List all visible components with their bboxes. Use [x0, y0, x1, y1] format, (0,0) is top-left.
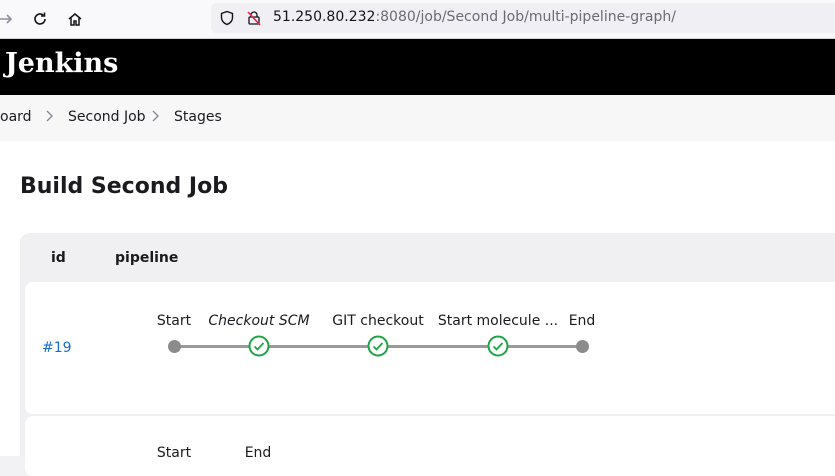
breadcrumb-dashboard[interactable]: oard: [0, 109, 32, 125]
table-row: Start End: [25, 416, 835, 476]
stage-label-end: End: [568, 313, 596, 329]
jenkins-logo[interactable]: Jenkins: [5, 48, 118, 79]
breadcrumb-second-job[interactable]: Second Job: [68, 109, 146, 125]
column-header-pipeline: pipeline: [115, 250, 179, 266]
stage-label-git-checkout: GIT checkout: [332, 313, 424, 329]
insecure-lock-icon[interactable]: [246, 10, 262, 30]
browser-toolbar: 51.250.80.232:8080/job/Second Job/multi-…: [0, 0, 835, 39]
home-icon[interactable]: [65, 9, 85, 29]
page-title: Build Second Job: [20, 174, 228, 199]
url-host: 51.250.80.232: [273, 9, 376, 25]
runs-table: id pipeline #19 Start Checkout SCM GIT c…: [20, 233, 835, 476]
success-check-icon[interactable]: [248, 335, 270, 357]
breadcrumb-stages[interactable]: Stages: [174, 109, 222, 125]
stage-label-start: Start: [156, 445, 192, 461]
address-bar[interactable]: 51.250.80.232:8080/job/Second Job/multi-…: [211, 3, 835, 33]
table-row: #19 Start Checkout SCM GIT checkout Star…: [25, 282, 835, 414]
start-node[interactable]: [168, 340, 181, 353]
jenkins-header: Jenkins: [0, 39, 835, 95]
run-link[interactable]: #19: [42, 340, 72, 356]
success-check-icon[interactable]: [367, 335, 389, 357]
reload-icon[interactable]: [30, 9, 50, 29]
shield-icon[interactable]: [219, 10, 235, 30]
success-check-icon[interactable]: [487, 335, 509, 357]
column-header-id: id: [51, 250, 66, 266]
end-node[interactable]: [576, 340, 589, 353]
url-path: :8080/job/Second Job/multi-pipeline-grap…: [375, 9, 676, 25]
main-content: Build Second Job id pipeline #19 Start C…: [0, 141, 835, 476]
chevron-right-icon: [46, 109, 54, 127]
stage-label-end: End: [244, 445, 272, 461]
breadcrumb: oard Second Job Stages: [0, 95, 835, 141]
url-text[interactable]: 51.250.80.232:8080/job/Second Job/multi-…: [273, 9, 676, 25]
stage-label-start-molecule: Start molecule ...: [437, 313, 559, 329]
stage-label-start: Start: [156, 313, 192, 329]
chevron-right-icon: [152, 109, 160, 127]
forward-arrow-icon[interactable]: [0, 9, 16, 29]
stage-label-checkout-scm: Checkout SCM: [208, 313, 310, 329]
